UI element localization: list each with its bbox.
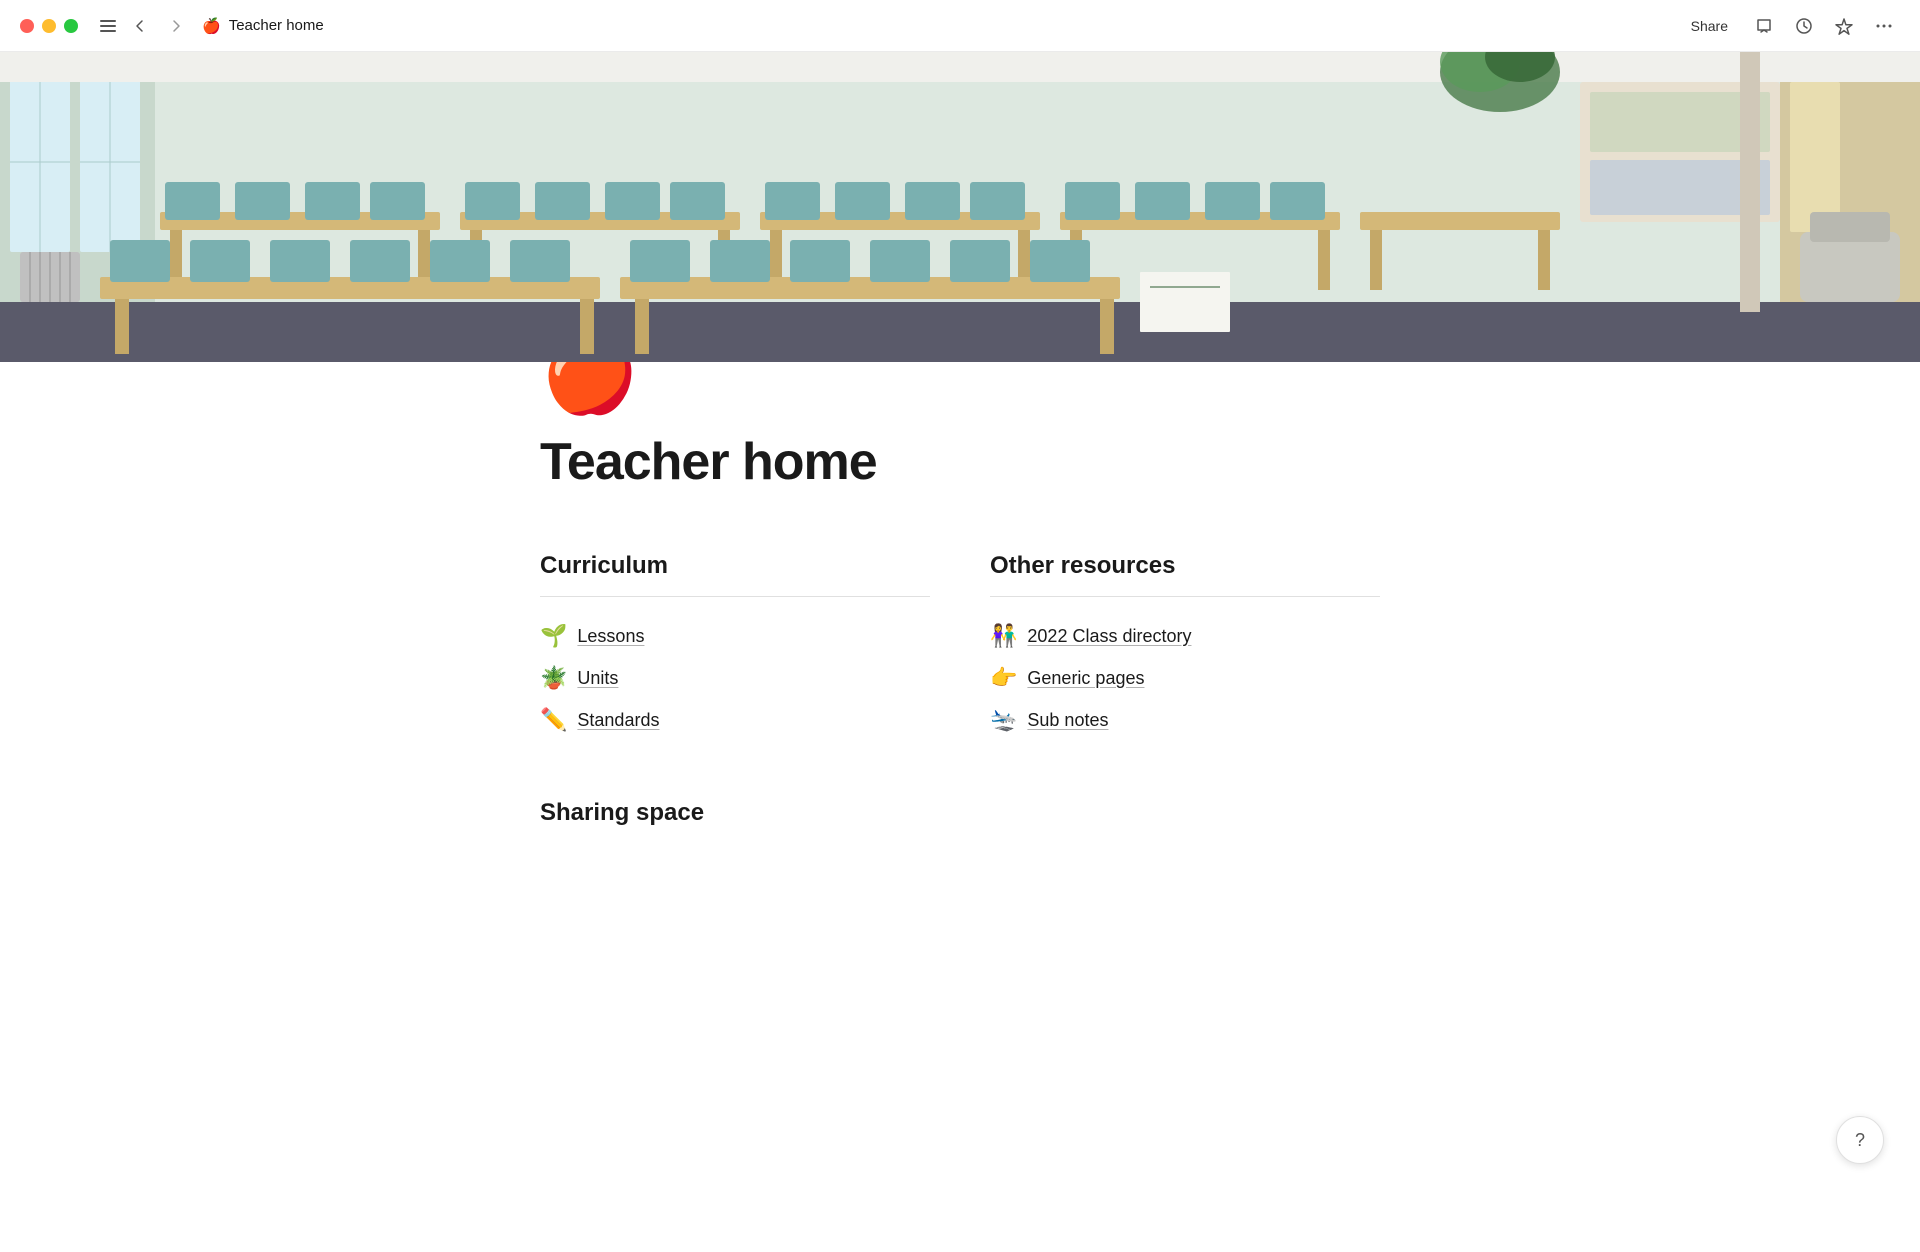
title-bar-actions: Share — [1679, 10, 1900, 42]
curriculum-list: 🌱 Lessons 🪴 Units ✏️ Standards — [540, 617, 930, 739]
two-column-section: Curriculum 🌱 Lessons 🪴 Units ✏️ Standard… — [540, 552, 1380, 739]
title-bar-text: Teacher home — [229, 17, 324, 34]
list-item: 🛬 Sub notes — [990, 701, 1380, 739]
maximize-button[interactable] — [64, 19, 78, 33]
sub-notes-link[interactable]: Sub notes — [1027, 710, 1108, 731]
page-title: Teacher home — [540, 432, 1380, 492]
page-body: 🍎 Teacher home Curriculum 🌱 Lessons 🪴 Un… — [360, 332, 1560, 827]
title-emoji: 🍎 — [202, 17, 221, 35]
close-button[interactable] — [20, 19, 34, 33]
main-content: 🍎 Teacher home Curriculum 🌱 Lessons 🪴 Un… — [0, 52, 1920, 827]
curriculum-heading: Curriculum — [540, 552, 930, 580]
back-button[interactable] — [126, 14, 154, 38]
sharing-section: Sharing space — [540, 799, 1380, 827]
title-bar: 🍎 Teacher home Share — [0, 0, 1920, 52]
lessons-link[interactable]: Lessons — [577, 626, 644, 647]
other-resources-heading: Other resources — [990, 552, 1380, 580]
page-title-bar: 🍎 Teacher home — [202, 17, 324, 35]
hero-image — [0, 52, 1920, 362]
forward-button[interactable] — [162, 14, 190, 38]
share-button[interactable]: Share — [1679, 13, 1740, 39]
list-item: 🌱 Lessons — [540, 617, 930, 655]
curriculum-divider — [540, 596, 930, 597]
class-directory-link[interactable]: 2022 Class directory — [1027, 626, 1191, 647]
class-directory-emoji: 👫 — [990, 623, 1017, 649]
units-emoji: 🪴 — [540, 665, 567, 691]
generic-pages-emoji: 👉 — [990, 665, 1017, 691]
nav-controls — [126, 14, 190, 38]
other-resources-section: Other resources 👫 2022 Class directory 👉… — [990, 552, 1380, 739]
standards-link[interactable]: Standards — [577, 710, 659, 731]
list-item: ✏️ Standards — [540, 701, 930, 739]
more-options-button[interactable] — [1868, 10, 1900, 42]
comment-button[interactable] — [1748, 10, 1780, 42]
sidebar-toggle-button[interactable] — [94, 16, 122, 36]
generic-pages-link[interactable]: Generic pages — [1027, 668, 1144, 689]
lessons-emoji: 🌱 — [540, 623, 567, 649]
other-resources-list: 👫 2022 Class directory 👉 Generic pages 🛬… — [990, 617, 1380, 739]
list-item: 👫 2022 Class directory — [990, 617, 1380, 655]
sub-notes-emoji: 🛬 — [990, 707, 1017, 733]
curriculum-section: Curriculum 🌱 Lessons 🪴 Units ✏️ Standard… — [540, 552, 930, 739]
units-link[interactable]: Units — [577, 668, 618, 689]
minimize-button[interactable] — [42, 19, 56, 33]
sharing-heading: Sharing space — [540, 799, 1380, 827]
help-button[interactable]: ? — [1836, 1116, 1884, 1164]
list-item: 🪴 Units — [540, 659, 930, 697]
traffic-lights — [20, 19, 78, 33]
history-button[interactable] — [1788, 10, 1820, 42]
other-resources-divider — [990, 596, 1380, 597]
favorite-button[interactable] — [1828, 10, 1860, 42]
list-item: 👉 Generic pages — [990, 659, 1380, 697]
standards-emoji: ✏️ — [540, 707, 567, 733]
